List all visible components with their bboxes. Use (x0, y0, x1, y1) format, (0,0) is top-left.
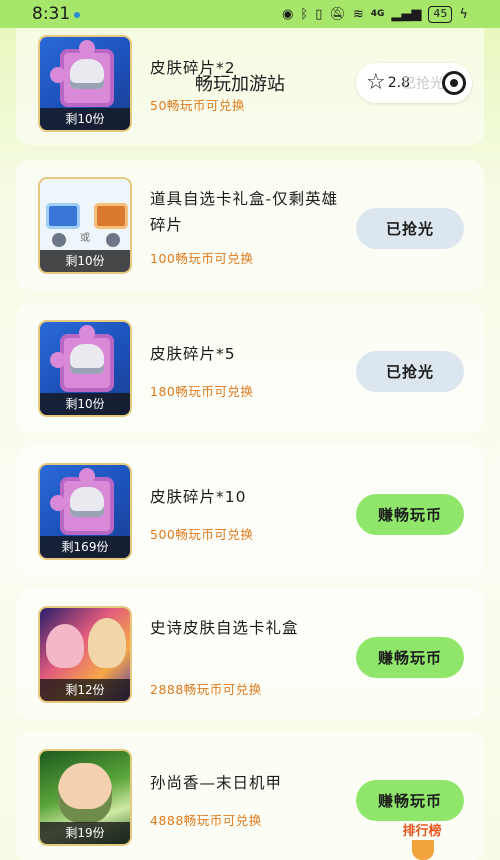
wifi-icon: ≋ (352, 6, 364, 22)
item-price: 50畅玩币可兑换 (150, 98, 245, 113)
sold-out-button[interactable]: 已抢光 (356, 351, 464, 392)
item-thumbnail[interactable]: 剩169份 (38, 463, 132, 560)
bluetooth-icon: ᛒ (300, 6, 309, 22)
star-outline-icon[interactable]: ☆ (366, 72, 386, 94)
target-icon[interactable] (442, 71, 466, 95)
helmet-icon (70, 344, 104, 374)
item-title: 道具自选卡礼盒-仅剩英雄碎片 (150, 190, 339, 234)
sold-out-button[interactable]: 已抢光 (356, 208, 464, 249)
stock-label: 剩169份 (40, 536, 130, 558)
ghost-button-text: 已抢光 (402, 76, 444, 92)
helmet-icon (70, 487, 104, 517)
stock-label: 剩19份 (40, 822, 130, 844)
status-bar: 8:31 ◉ ᛒ ▯ 🔕︎ ≋ 4G ▂▄▆ 45 ϟ (0, 0, 500, 28)
stock-label: 剩12份 (40, 679, 130, 701)
item-thumbnail[interactable]: 剩10份 (38, 320, 132, 417)
item-price: 4888畅玩币可兑换 (150, 813, 262, 828)
item-price: 180畅玩币可兑换 (150, 384, 254, 399)
prop-card-icon (46, 203, 80, 229)
status-icons: ◉ ᛒ ▯ 🔕︎ ≋ 4G ▂▄▆ 45 ϟ (282, 5, 468, 23)
battery-indicator: 45 (428, 5, 453, 23)
earn-coins-button[interactable]: 赚畅玩币 (356, 637, 464, 678)
item-price: 100畅玩币可兑换 (150, 251, 254, 266)
time: 8:31 (32, 4, 71, 24)
list-item: 剩10份 皮肤碎片*5 180畅玩币可兑换 已抢光 (16, 303, 484, 433)
hero-portrait-icon (88, 618, 126, 668)
eye-icon: ◉ (282, 6, 294, 22)
figure-icon (106, 233, 120, 247)
list-item: 剩169份 皮肤碎片*10 500畅玩币可兑换 赚畅玩币 (16, 446, 484, 576)
stock-label: 剩10份 (40, 250, 130, 272)
earn-coins-button[interactable]: 赚畅玩币 (356, 780, 464, 821)
item-title: 孙尚香—末日机甲 (150, 774, 283, 792)
item-price: 2888畅玩币可兑换 (150, 682, 262, 697)
item-thumbnail[interactable]: 或 剩10份 (38, 177, 132, 274)
earn-coins-button[interactable]: 赚畅玩币 (356, 494, 464, 535)
list-item: 或 剩10份 道具自选卡礼盒-仅剩英雄碎片 100畅玩币可兑换 已抢光 (16, 160, 484, 290)
clock: 8:31 (32, 4, 81, 24)
list-item: 剩12份 史诗皮肤自选卡礼盒 2888畅玩币可兑换 赚畅玩币 (16, 589, 484, 719)
signal-icon: ▂▄▆ (391, 6, 422, 22)
item-title: 皮肤碎片*10 (150, 488, 247, 506)
item-thumbnail[interactable]: 剩12份 (38, 606, 132, 703)
item-thumbnail[interactable]: 剩19份 (38, 749, 132, 846)
page-title: 畅玩加游站 (195, 74, 285, 95)
item-title: 皮肤碎片*5 (150, 345, 236, 363)
trophy-icon (412, 840, 434, 860)
header-rating-pill[interactable]: ☆ 2.8 已抢光 (356, 63, 472, 103)
figure-icon (52, 233, 66, 247)
item-price: 500畅玩币可兑换 (150, 527, 254, 542)
notification-dot-icon (74, 11, 81, 18)
item-title: 史诗皮肤自选卡礼盒 (150, 619, 299, 637)
hero-portrait-icon (58, 763, 112, 823)
prop-card-icon (94, 203, 128, 229)
stock-label: 剩10份 (40, 108, 130, 130)
vibrate-icon: ▯ (315, 6, 323, 22)
hero-portrait-icon (46, 624, 84, 668)
network-type: 4G (370, 9, 385, 19)
charging-icon: ϟ (459, 6, 468, 22)
item-thumbnail[interactable]: 剩10份 (38, 35, 132, 132)
or-label: 或 (80, 233, 90, 244)
stock-label: 剩10份 (40, 393, 130, 415)
leaderboard-button[interactable]: 排行榜 (392, 820, 452, 860)
helmet-icon (70, 59, 104, 89)
mute-bell-icon: 🔕︎ (329, 6, 346, 22)
leaderboard-label: 排行榜 (402, 824, 442, 839)
